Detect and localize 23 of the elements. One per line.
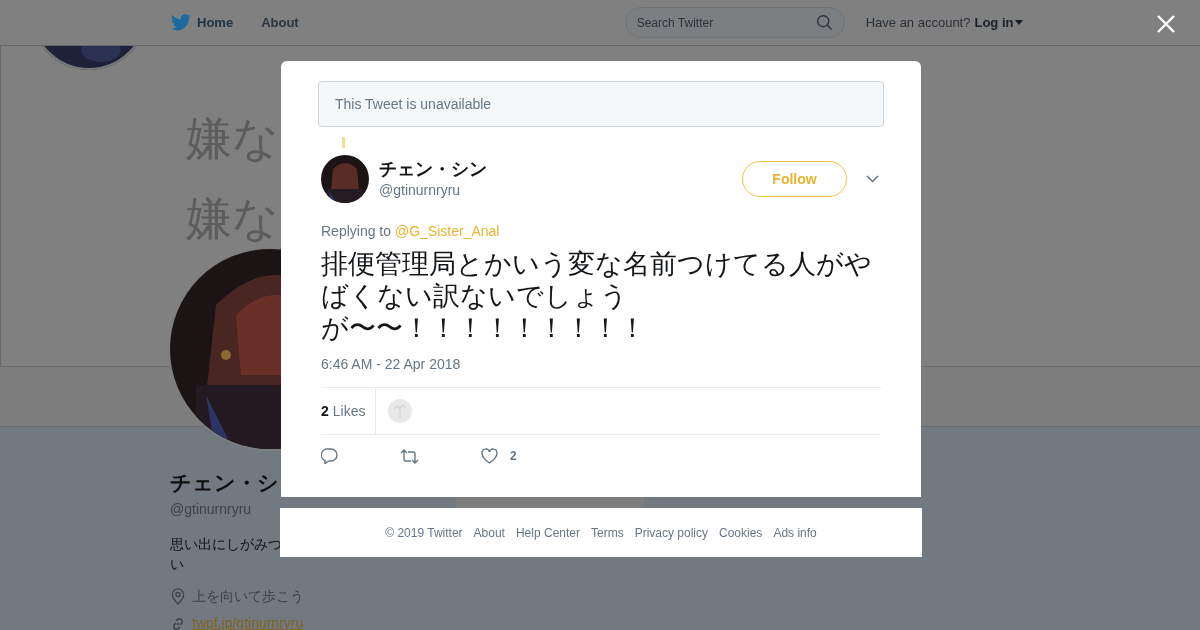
- unavailable-notice: This Tweet is unavailable: [318, 81, 884, 127]
- like-count: 2: [510, 448, 517, 465]
- author-name[interactable]: チェン・シン: [379, 157, 487, 180]
- footer-link[interactable]: About: [473, 523, 505, 542]
- profile-handle: @gtinurnryru: [170, 500, 253, 519]
- tweet-timestamp[interactable]: 6:46 AM - 22 Apr 2018: [321, 354, 884, 375]
- search-box[interactable]: Search Twitter: [624, 7, 845, 38]
- tweet-text: 排便管理局とかいう変な名前つけてる人がや ばくない訳ないでしょう が〜〜！！！！！！！！！: [321, 248, 873, 344]
- footer-link[interactable]: Cookies: [719, 523, 763, 542]
- nav-link[interactable]: About: [261, 12, 299, 33]
- footer-link[interactable]: Ads info: [773, 523, 817, 542]
- footer-link[interactable]: Privacy policy: [634, 523, 708, 542]
- footer-link[interactable]: Terms: [591, 523, 624, 542]
- search-field[interactable]: Search Twitter: [636, 13, 816, 32]
- footer-link[interactable]: Help Center: [515, 523, 580, 542]
- account-prompt: Have an account?: [865, 13, 971, 32]
- author-handle[interactable]: @gtinurnryru: [379, 179, 487, 201]
- profile-name: チェン・シ: [170, 470, 280, 496]
- likes-count[interactable]: 2 Likes: [321, 388, 377, 434]
- login-button[interactable]: Log in: [974, 12, 1024, 33]
- copyright-text: © 2019 Twitter: [385, 524, 463, 542]
- nav-link[interactable]: Home: [197, 12, 234, 33]
- replying-label: Replying to: [321, 223, 392, 239]
